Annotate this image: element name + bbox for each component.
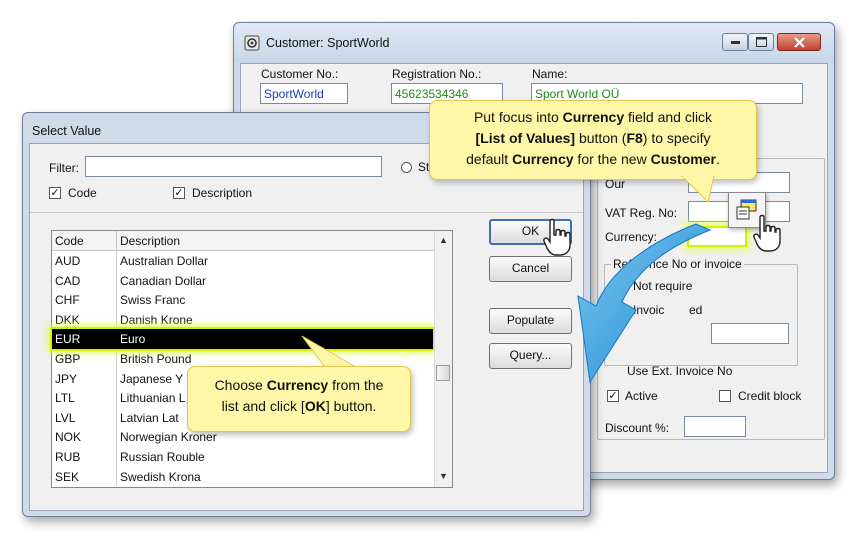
close-button[interactable] bbox=[777, 33, 821, 51]
instruction-callout-top: Put focus into Currency field and click … bbox=[429, 100, 757, 180]
callout-text: Choose bbox=[214, 377, 267, 393]
minimize-button[interactable] bbox=[722, 33, 748, 51]
table-row[interactable]: AUD Australian Dollar bbox=[52, 251, 433, 271]
reference-field[interactable] bbox=[711, 323, 789, 344]
callout-text: . bbox=[715, 151, 720, 167]
credit-block-checkbox[interactable] bbox=[719, 390, 731, 402]
row-code: EUR bbox=[55, 332, 81, 347]
values-grid[interactable]: Code Description AUD Australian Dollar CAD… bbox=[50, 230, 453, 488]
divider bbox=[30, 212, 583, 213]
scroll-down-icon[interactable]: ▼ bbox=[439, 471, 448, 481]
row-description: Japanese Y bbox=[120, 371, 184, 386]
table-row[interactable]: RUB Russian Rouble bbox=[52, 447, 433, 467]
row-code: JPY bbox=[55, 371, 78, 386]
table-row[interactable]: CHF Swiss Franc bbox=[52, 290, 433, 310]
row-code: AUD bbox=[55, 254, 81, 268]
starts-with-radio[interactable] bbox=[401, 162, 412, 173]
discount-label: Discount %: bbox=[605, 421, 670, 435]
column-description[interactable]: Description bbox=[120, 234, 180, 248]
row-description: Swiss Franc bbox=[120, 293, 186, 308]
callout-bold: F8 bbox=[626, 130, 643, 146]
table-row[interactable]: SEK Swedish Krona bbox=[52, 467, 433, 487]
customer-no-label: Customer No.: bbox=[261, 67, 339, 81]
discount-field[interactable] bbox=[684, 416, 746, 437]
description-checkbox-label: Description bbox=[192, 186, 253, 200]
row-description: Australian Dollar bbox=[120, 254, 209, 268]
row-code: SEK bbox=[55, 469, 80, 484]
scroll-thumb[interactable] bbox=[436, 365, 450, 381]
row-description: Canadian Dollar bbox=[120, 273, 207, 288]
row-description: Danish Krone bbox=[120, 312, 193, 327]
row-description: Norwegian Kroner bbox=[120, 430, 217, 445]
filter-label: Filter: bbox=[49, 161, 79, 175]
callout-text: default bbox=[466, 151, 513, 167]
customer-titlebar: Customer: SportWorld bbox=[234, 23, 834, 63]
callout-bold: Currency bbox=[562, 109, 625, 125]
callout-bold: OK bbox=[304, 398, 326, 414]
row-description: Lithuanian L bbox=[120, 391, 186, 406]
credit-block-label: Credit block bbox=[738, 389, 802, 403]
select-value-client: Filter: St ✓ Code ✓ Description Code Des… bbox=[29, 143, 584, 511]
callout-text: ] button. bbox=[325, 398, 377, 414]
filter-input[interactable] bbox=[85, 156, 382, 177]
callout-bold: [List of Values] bbox=[475, 130, 576, 146]
app-icon bbox=[244, 35, 260, 51]
select-value-title: Select Value bbox=[32, 124, 102, 138]
row-code: CAD bbox=[55, 273, 81, 288]
row-description: Russian Rouble bbox=[120, 450, 205, 464]
scroll-up-icon[interactable]: ▲ bbox=[439, 235, 448, 245]
registration-no-label: Registration No.: bbox=[392, 67, 482, 81]
row-code: NOK bbox=[55, 430, 82, 445]
row-description: Latvian Lat bbox=[120, 410, 179, 425]
hand-cursor-icon bbox=[753, 214, 781, 252]
starts-with-label: St bbox=[418, 160, 430, 174]
customer-no-field[interactable]: SportWorld bbox=[260, 83, 348, 104]
callout-text: for the new bbox=[573, 151, 651, 167]
code-checkbox-label: Code bbox=[68, 186, 97, 200]
grid-scrollbar[interactable]: ▲ ▼ bbox=[434, 231, 452, 487]
callout-bold: Currency bbox=[512, 151, 574, 167]
code-checkbox[interactable]: ✓ bbox=[49, 187, 61, 199]
row-code: LTL bbox=[55, 391, 75, 406]
maximize-button[interactable] bbox=[748, 33, 774, 51]
callout-text: list and click [ bbox=[221, 398, 305, 414]
row-code: RUB bbox=[55, 450, 81, 464]
description-checkbox[interactable]: ✓ bbox=[173, 187, 185, 199]
callout-text: button ( bbox=[575, 130, 627, 146]
column-separator bbox=[116, 231, 117, 250]
row-code: CHF bbox=[55, 293, 80, 308]
callout-bold: Currency bbox=[266, 377, 329, 393]
table-row[interactable]: DKK Danish Krone bbox=[52, 310, 433, 330]
vat-reg-label: VAT Reg. No: bbox=[605, 206, 678, 220]
row-description: British Pound bbox=[120, 352, 192, 366]
callout-text: Put focus into bbox=[473, 109, 563, 125]
row-code: DKK bbox=[55, 312, 80, 327]
grid-header: Code Description bbox=[52, 231, 434, 251]
table-row[interactable]: CAD Canadian Dollar bbox=[52, 271, 433, 291]
row-code: GBP bbox=[55, 352, 81, 366]
row-code: LVL bbox=[55, 410, 76, 425]
flow-arrow-icon bbox=[577, 223, 712, 384]
column-code[interactable]: Code bbox=[55, 234, 84, 248]
customer-window-title: Customer: SportWorld bbox=[266, 36, 390, 50]
callout-top-pointer bbox=[681, 176, 715, 203]
callout-text: ) to specify bbox=[642, 130, 711, 146]
callout-bold: Customer bbox=[650, 151, 716, 167]
name-label: Name: bbox=[532, 67, 568, 81]
row-description: Euro bbox=[120, 332, 146, 347]
callout-text: from the bbox=[328, 377, 384, 393]
callout-text: field and click bbox=[624, 109, 713, 125]
table-row[interactable]: EUR Euro bbox=[50, 327, 435, 351]
instruction-callout-bottom: Choose Currency from the list and click … bbox=[187, 366, 411, 432]
row-description: Swedish Krona bbox=[120, 469, 201, 484]
